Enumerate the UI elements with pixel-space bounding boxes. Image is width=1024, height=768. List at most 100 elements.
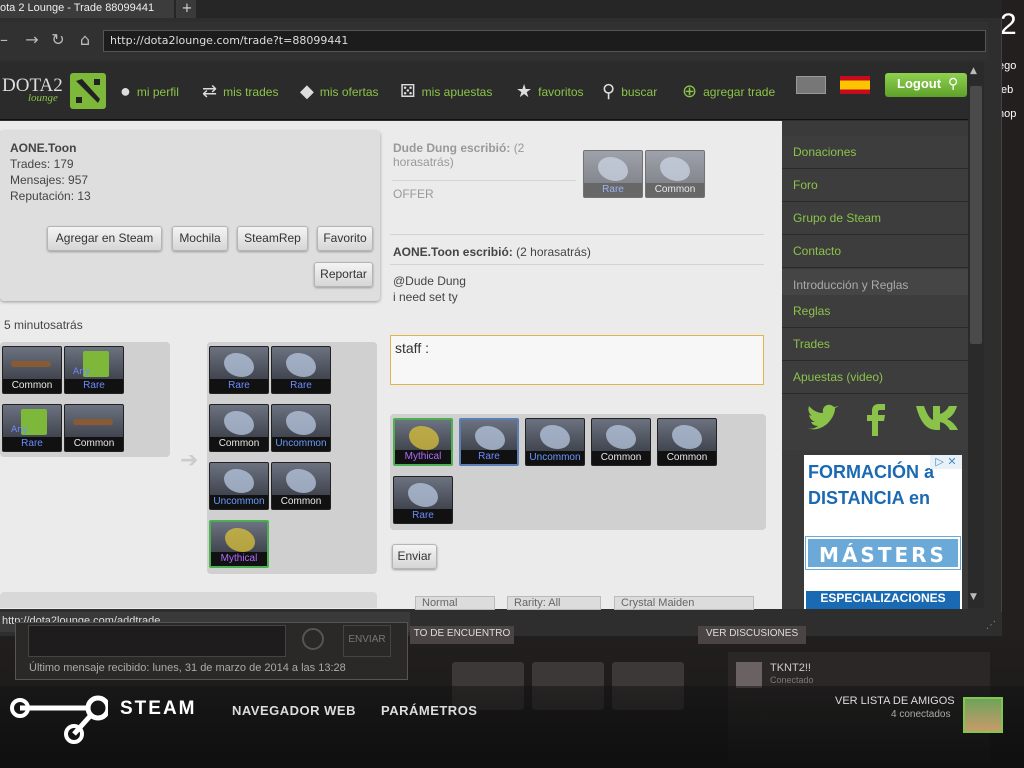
nav-agregar-trade[interactable]: ⊕ agregar trade [682,81,775,102]
resize-grip-icon[interactable]: ⋰ [986,620,996,631]
item-rarity: Common [65,437,123,451]
reply-item[interactable]: Rare [459,418,519,466]
settings-link[interactable]: PARÁMETROS [381,703,477,718]
ad-line: FORMACIÓN a [808,462,934,482]
chat-last-message: Último mensaje recibido: lunes, 31 de ma… [29,662,346,674]
comment-author[interactable]: Dude Dung escribió: [393,141,510,155]
nav-mi-perfil[interactable]: ● mi perfil [120,81,179,102]
browser-tab[interactable]: ota 2 Lounge - Trade 88099441 [0,0,174,18]
reply-item[interactable]: Mythical [393,418,453,466]
nav-favoritos[interactable]: ★ favoritos [516,81,584,102]
item-rarity: Rare [461,450,517,464]
send-button[interactable]: Enviar [392,544,437,569]
home-icon[interactable]: ⌂ [75,30,95,49]
sidebar-item-donaciones[interactable]: Donaciones [782,136,968,169]
twitter-icon[interactable] [805,404,839,441]
steamrep-button[interactable]: SteamRep [237,226,308,251]
item-sublabel: Any [73,367,91,377]
web-browser-link[interactable]: NAVEGADOR WEB [232,703,356,718]
forward-icon[interactable]: → [22,30,42,49]
reply-item[interactable]: Uncommon [525,418,585,466]
nav-mis-ofertas[interactable]: ◆ mis ofertas [300,81,379,102]
sidebar-item-contacto[interactable]: Contacto [782,235,968,268]
url-bar[interactable]: http://dota2lounge.com/trade?t=88099441 [103,30,986,52]
sidebar-item-foro[interactable]: Foro [782,169,968,202]
item-rarity: Common [210,437,268,451]
filter-quality-select[interactable]: Normal [415,596,495,610]
search-icon[interactable]: ⚲ [948,76,958,92]
offer-item[interactable]: Any Rare [2,404,62,452]
reply-textarea[interactable]: staff : [390,335,764,385]
offer-item[interactable]: Any Rare [64,346,124,394]
reload-icon[interactable]: ↻ [48,30,68,49]
add-steam-button[interactable]: Agregar en Steam [47,226,162,251]
want-item[interactable]: Uncommon [271,404,331,452]
reply-item[interactable]: Common [657,418,717,466]
comment-item[interactable]: Common [645,150,705,198]
want-item[interactable]: Common [209,404,269,452]
language-flag[interactable] [796,76,826,94]
item-rarity: Common [3,379,61,393]
nav-buscar[interactable]: ⚲ buscar [602,81,657,102]
item-sublabel: Any [11,425,29,435]
user-avatar[interactable] [963,697,1003,733]
star-icon: ★ [516,81,533,101]
scrollbar-thumb[interactable] [970,86,982,344]
sidebar-item-apuestas[interactable]: Apuestas (video) [782,361,968,394]
spain-flag-icon[interactable] [840,76,870,94]
reply-item[interactable]: Rare [393,476,453,524]
friends-list-button[interactable]: VER LISTA DE AMIGOS [835,695,955,707]
meeting-point-button[interactable]: TO DE ENCUENTRO [410,626,514,644]
sidebar-item-reglas[interactable]: Reglas [782,295,968,328]
comment-author[interactable]: AONE.Toon escribió: [393,245,513,259]
advertisement[interactable]: FORMACIÓN a DISTANCIA en MÁSTERS ESPECIAL… [804,455,962,609]
reply-item[interactable]: Common [591,418,651,466]
backpack-button[interactable]: Mochila [172,226,228,251]
vk-icon[interactable] [916,404,958,439]
person-icon: ● [120,81,131,101]
favorite-button[interactable]: Favorito [317,226,373,251]
trader-reputation: Reputación: 13 [10,189,91,203]
dota-logo-icon[interactable] [70,73,106,109]
item-rarity: Uncommon [272,437,330,451]
divider [390,234,764,235]
ad-footer: ESPECIALIZACIONES [806,591,960,609]
nav-label: agregar trade [703,84,776,99]
item-rarity: Common [592,451,650,465]
item-rarity: Mythical [395,450,451,464]
friend-avatar[interactable] [736,662,762,688]
filter-rarity-select[interactable]: Rarity: All [507,596,601,610]
report-button[interactable]: Reportar [314,262,373,287]
want-item[interactable]: Rare [271,346,331,394]
back-icon[interactable]: – [0,30,14,49]
chat-input[interactable] [28,625,286,657]
want-item[interactable]: Uncommon [209,462,269,510]
trader-name[interactable]: AONE.Toon [10,141,76,155]
comment-header: AONE.Toon escribió: (2 horasatrás) [393,245,591,259]
offer-item[interactable]: Common [64,404,124,452]
chat-send-button[interactable]: ENVIAR [343,625,391,657]
filter-hero-select[interactable]: Crystal Maiden [614,596,754,610]
nav-mis-apuestas[interactable]: ⚄ mis apuestas [400,81,492,102]
scroll-up-icon[interactable]: ▲ [970,66,977,76]
background-digit: 2 [1000,8,1017,41]
nav-label: mis apuestas [421,84,493,99]
scroll-down-icon[interactable]: ▼ [970,592,977,602]
offer-item[interactable]: Common [2,346,62,394]
ad-banner: MÁSTERS [805,536,961,570]
nav-mis-trades[interactable]: ⇄ mis trades [202,81,278,102]
comment-item[interactable]: Rare [583,150,643,198]
view-discussions-button[interactable]: VER DISCUSIONES [698,626,806,644]
item-rarity: Rare [584,183,642,197]
comment-text: i need set ty [393,290,458,304]
want-item[interactable]: Common [271,462,331,510]
want-item[interactable]: Mythical [209,520,269,568]
ad-close-icon[interactable]: ▷ ✕ [930,455,962,469]
want-item[interactable]: Rare [209,346,269,394]
sidebar-item-trades[interactable]: Trades [782,328,968,361]
sidebar-section-title: Introducción y Reglas [782,269,968,297]
sidebar-item-grupo-steam[interactable]: Grupo de Steam [782,202,968,235]
emoticon-icon[interactable] [302,628,324,650]
facebook-icon[interactable] [866,404,886,443]
friend-name[interactable]: TKNT2!! [770,662,811,674]
